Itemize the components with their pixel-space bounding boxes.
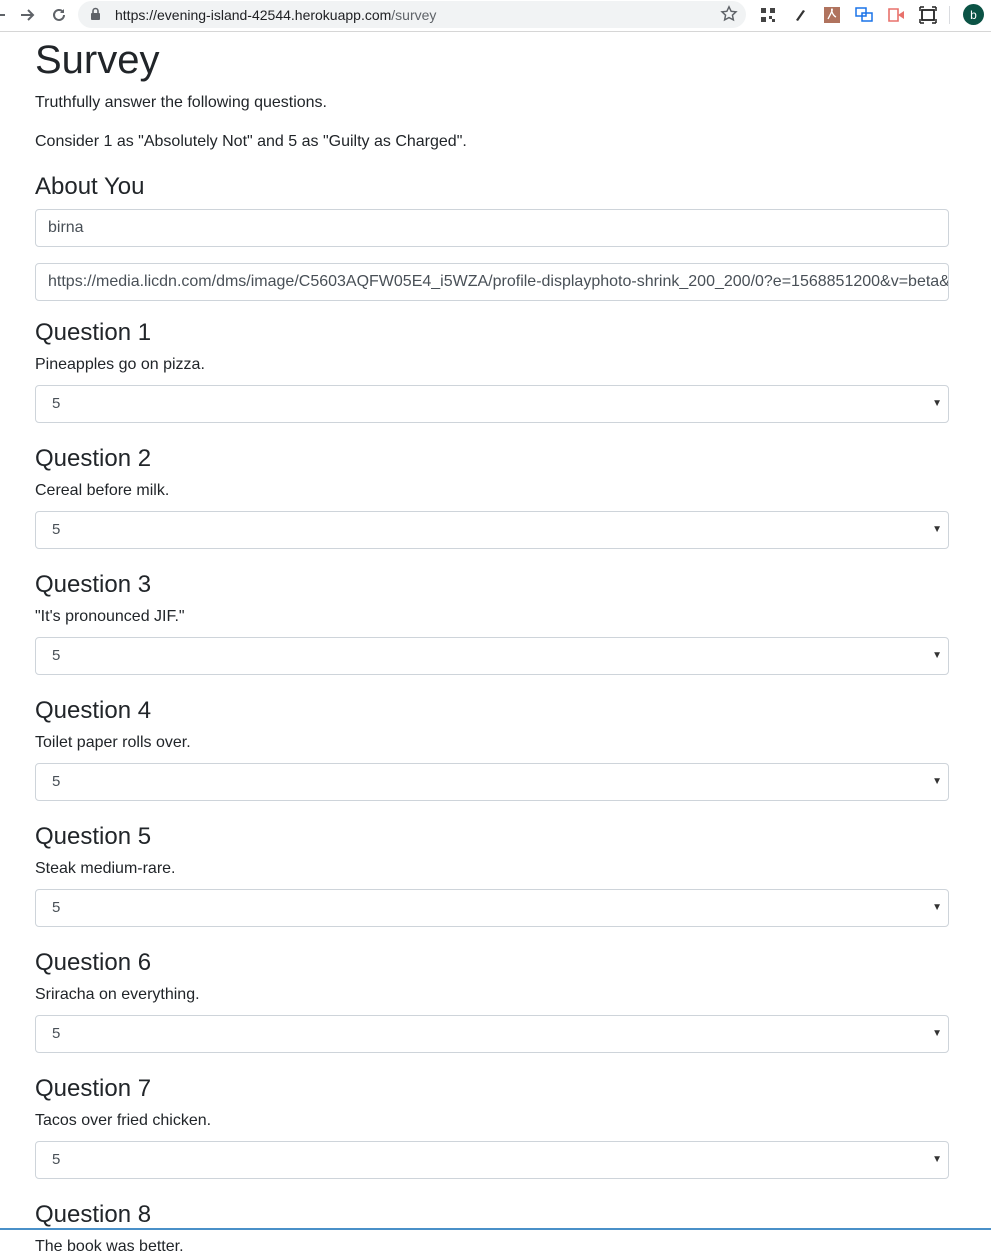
bookmark-star-icon[interactable]	[720, 5, 738, 28]
back-arrow-icon[interactable]	[0, 4, 10, 26]
question-heading: Question 1	[35, 319, 152, 346]
browser-toolbar: https://evening-island-42544.herokuapp.c…	[0, 0, 991, 32]
lock-icon	[90, 7, 101, 26]
question-text: Pineapples go on pizza.	[35, 356, 205, 373]
survey-container: Survey Truthfully answer the following q…	[35, 33, 949, 1256]
profile-avatar[interactable]: b	[963, 4, 984, 25]
url-text: https://evening-island-42544.herokuapp.c…	[115, 7, 437, 23]
qr-extension-icon[interactable]	[758, 5, 778, 25]
record-extension-icon[interactable]	[886, 5, 906, 25]
caret-down-icon: ▼	[932, 1154, 942, 1165]
question-block: Question 1 Pineapples go on pizza. 5 ▼	[35, 319, 949, 423]
question-text: Cereal before milk.	[35, 482, 170, 499]
question-heading: Question 5	[35, 823, 152, 850]
question-text: "It's pronounced JIF."	[35, 608, 185, 625]
selected-value: 5	[52, 773, 61, 790]
selected-value: 5	[52, 1151, 61, 1168]
selected-value: 5	[52, 899, 61, 916]
question-text: Steak medium-rare.	[35, 860, 176, 877]
selected-value: 5	[52, 395, 61, 412]
question-block: Question 5 Steak medium-rare. 5 ▼	[35, 823, 949, 927]
selected-value: 5	[52, 1025, 61, 1042]
question-text: Tacos over fried chicken.	[35, 1112, 212, 1129]
selected-value: 5	[52, 521, 61, 538]
question-text: Toilet paper rolls over.	[35, 734, 191, 751]
reload-icon[interactable]	[48, 4, 70, 26]
screen-extension-icon[interactable]	[854, 5, 874, 25]
question-heading: Question 2	[35, 445, 152, 472]
answer-select[interactable]: 5 ▼	[35, 385, 949, 423]
question-heading: Question 3	[35, 571, 152, 598]
question-block: Question 3 "It's pronounced JIF." 5 ▼	[35, 571, 949, 675]
about-you-heading: About You	[35, 173, 145, 200]
fullscreen-extension-icon[interactable]	[918, 5, 938, 25]
question-block: Question 4 Toilet paper rolls over. 5 ▼	[35, 697, 949, 801]
address-bar[interactable]: https://evening-island-42544.herokuapp.c…	[78, 1, 746, 28]
answer-select[interactable]: 5 ▼	[35, 1141, 949, 1179]
question-block: Question 7 Tacos over fried chicken. 5 ▼	[35, 1075, 949, 1179]
question-block: Question 2 Cereal before milk. 5 ▼	[35, 445, 949, 549]
intro-text: Truthfully answer the following question…	[35, 94, 327, 111]
caret-down-icon: ▼	[932, 650, 942, 661]
page-title: Survey	[35, 38, 160, 82]
name-input[interactable]: birna	[35, 209, 949, 247]
question-block: Question 6 Sriracha on everything. 5 ▼	[35, 949, 949, 1053]
answer-select[interactable]: 5 ▼	[35, 889, 949, 927]
caret-down-icon: ▼	[932, 524, 942, 535]
question-text: The book was better.	[35, 1238, 184, 1255]
pen-extension-icon[interactable]	[790, 5, 810, 25]
photo-url-input[interactable]: https://media.licdn.com/dms/image/C5603A…	[35, 263, 949, 301]
question-heading: Question 6	[35, 949, 152, 976]
answer-select[interactable]: 5 ▼	[35, 637, 949, 675]
avatar-letter: b	[970, 7, 977, 22]
caret-down-icon: ▼	[932, 902, 942, 913]
question-heading: Question 8	[35, 1201, 152, 1228]
question-heading: Question 4	[35, 697, 152, 724]
pdf-extension-icon[interactable]	[822, 5, 842, 25]
forward-arrow-icon[interactable]	[16, 4, 38, 26]
selected-value: 5	[52, 647, 61, 664]
scale-note: Consider 1 as "Absolutely Not" and 5 as …	[35, 133, 467, 150]
answer-select[interactable]: 5 ▼	[35, 511, 949, 549]
answer-select[interactable]: 5 ▼	[35, 763, 949, 801]
caret-down-icon: ▼	[932, 398, 942, 409]
question-heading: Question 7	[35, 1075, 152, 1102]
caret-down-icon: ▼	[932, 776, 942, 787]
question-text: Sriracha on everything.	[35, 986, 200, 1003]
answer-select[interactable]: 5 ▼	[35, 1015, 949, 1053]
caret-down-icon: ▼	[932, 1028, 942, 1039]
toolbar-divider	[949, 6, 950, 24]
